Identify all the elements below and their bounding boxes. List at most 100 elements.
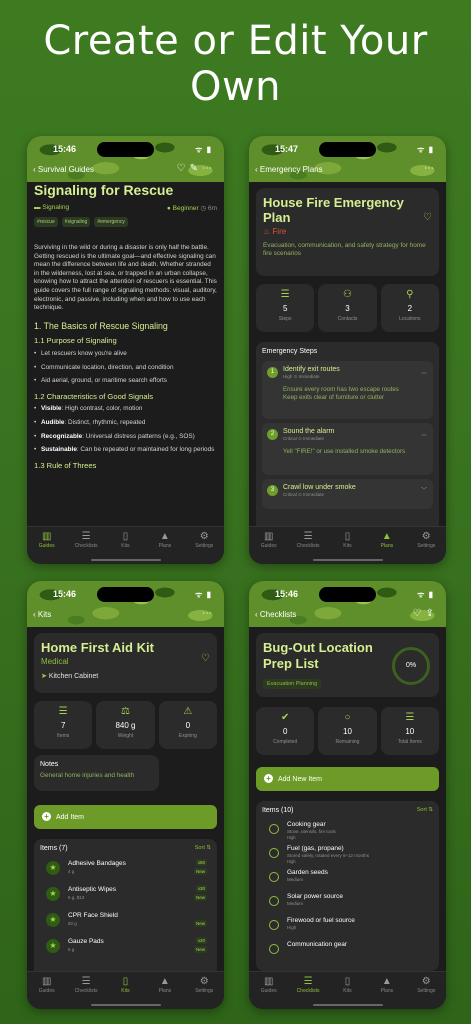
dynamic-island — [319, 142, 376, 157]
dynamic-island — [97, 142, 154, 157]
stat-weight[interactable]: ⚖ 840 g Weight — [96, 701, 155, 749]
sort-button[interactable]: Sort ⇅ — [195, 845, 211, 851]
signal-icon: ᯤ ▮ — [417, 145, 434, 154]
add-new-item-button[interactable]: + Add New Item — [256, 767, 439, 791]
status-time: 15:46 — [275, 589, 299, 599]
plus-icon: + — [264, 774, 273, 783]
back-label: Emergency Plans — [259, 165, 323, 174]
priority-label: Medium — [287, 877, 304, 882]
step-card[interactable]: 1 Identify exit routes High ⊙ Immediate … — [262, 361, 433, 419]
stat-remaining[interactable]: ○ 10 Remaining — [318, 707, 377, 755]
list-item[interactable]: Garden seeds Medium — [262, 868, 433, 892]
tab-guides[interactable]: ▥ Guides — [29, 976, 65, 1009]
kit-content[interactable]: Home First Aid Kit Medical ➤ Kitchen Cab… — [27, 627, 224, 971]
more-icon[interactable]: ⋯ — [202, 608, 216, 619]
heart-icon[interactable]: ♡ — [177, 163, 190, 174]
step-card[interactable]: 2 Sound the alarm Critical ⊙ Immediate Y… — [262, 423, 433, 475]
list-item: Sustainable: Can be repeated or maintain… — [34, 446, 217, 455]
edit-icon[interactable]: ✎ — [190, 163, 202, 174]
list-item[interactable]: Cooking gear Stove, utensils, fire tools H… — [262, 820, 433, 844]
back-button[interactable]: ‹ Emergency Plans — [255, 165, 323, 174]
tab-settings[interactable]: ⚙ Settings — [408, 976, 444, 1009]
level-label: Beginner — [172, 205, 199, 212]
stat-locations[interactable]: ⚲ 2 Locations — [380, 284, 439, 332]
backpack-icon: ▯ — [122, 976, 129, 987]
tab-settings[interactable]: ⚙ Settings — [186, 976, 222, 1009]
back-button[interactable]: ‹ Checklists — [255, 610, 296, 619]
chevron-up-icon[interactable]: ︿ — [421, 367, 427, 376]
checklist-icon: ☰ — [303, 531, 313, 542]
more-icon[interactable]: ⋯ — [202, 163, 216, 174]
back-button[interactable]: ‹ Survival Guides — [33, 165, 94, 174]
stat-completed[interactable]: ✔ 0 Completed — [256, 707, 315, 755]
list-item[interactable]: Solar power source Medium — [262, 892, 433, 916]
warning-icon: ▲ — [381, 976, 392, 987]
guide-meta: ▬ Signaling ● Beginner ◷ 6m — [34, 204, 217, 212]
more-icon[interactable]: ⋯ — [424, 163, 438, 174]
list-item: Audible: Distinct, rhythmic, repeated — [34, 419, 217, 428]
category-label: Signaling — [42, 204, 70, 211]
tag-chip[interactable]: #signaling — [61, 217, 91, 227]
nav-actions: ⋯ — [424, 163, 438, 174]
heart-icon[interactable]: ♡ — [413, 608, 426, 619]
plan-content[interactable]: House Fire Emergency Plan ♨ Fire Evacuat… — [249, 182, 446, 526]
stat-items[interactable]: ☰ 7 Items — [34, 701, 93, 749]
gear-icon: ⚙ — [421, 976, 431, 987]
location-label: ➤ Kitchen Cabinet — [41, 673, 99, 680]
list-item[interactable]: ★ CPR Face Shield 50 g New — [40, 910, 211, 936]
stat-contacts[interactable]: ⚇ 3 Contacts — [318, 284, 377, 332]
tab-guides[interactable]: ▥ Guides — [29, 531, 65, 564]
category-label: Medical — [41, 657, 69, 666]
warning-icon: ⚠ — [183, 706, 193, 717]
guide-body: Surviving in the wild or during a disast… — [34, 244, 217, 474]
list-item[interactable]: Communication gear — [262, 940, 433, 964]
sort-button[interactable]: Sort ⇅ — [417, 807, 433, 813]
tab-guides[interactable]: ▥ Guides — [251, 976, 287, 1009]
section-heading: Emergency Steps — [262, 348, 318, 355]
plus-icon: + — [42, 812, 51, 821]
checklist-content[interactable]: Bug-Out Location Prep List Evacuation Pl… — [249, 627, 446, 971]
heart-icon[interactable]: ♡ — [423, 212, 432, 223]
intro-paragraph: Surviving in the wild or during a disast… — [34, 244, 217, 312]
status-time: 15:47 — [275, 144, 299, 154]
signal-icon: ᯤ ▮ — [195, 590, 212, 599]
guide-content[interactable]: Signaling for Rescue ▬ Signaling ● Begin… — [27, 182, 224, 526]
tag-chip[interactable]: #emergency — [94, 217, 128, 227]
checkbox-icon[interactable] — [269, 848, 279, 858]
checkbox-icon[interactable] — [269, 920, 279, 930]
status-bar: 15:46 ᯤ ▮ — [27, 142, 224, 157]
list-item: Communicate location, direction, and con… — [34, 364, 217, 373]
stat-steps[interactable]: ☰ 5 Steps — [256, 284, 315, 332]
chevron-down-icon[interactable]: ﹀ — [421, 485, 427, 494]
nav-bar: ‹ Emergency Plans ⋯ — [249, 163, 446, 179]
back-button[interactable]: ‹ Kits — [33, 610, 51, 619]
list-item[interactable]: Fuel (gas, propane) Stored safely, rotate… — [262, 844, 433, 868]
stat-expiring[interactable]: ⚠ 0 Expiring — [158, 701, 217, 749]
step-meta: Critical ⊙ Immediate — [283, 436, 325, 441]
checkbox-icon[interactable] — [269, 944, 279, 954]
list-item[interactable]: ★ Adhesive Bandages 4 g x50 New — [40, 858, 211, 884]
status-bar: 15:46 ᯤ ▮ — [249, 587, 446, 602]
notes-card[interactable]: Notes General home injuries and health — [34, 755, 159, 791]
warning-icon: ▲ — [159, 976, 170, 987]
list-item[interactable]: Firewood or fuel source High — [262, 916, 433, 940]
add-item-button[interactable]: + Add Item — [34, 805, 217, 829]
step-card[interactable]: 3 Crawl low under smoke Critical ⊙ Immed… — [262, 479, 433, 509]
list-item[interactable]: ★ Antiseptic Wipes 6 g, $13 x30 New — [40, 884, 211, 910]
clock-icon: ◷ — [200, 205, 207, 212]
list-item[interactable]: ★ Gauze Pads 6 g x20 New — [40, 936, 211, 962]
nav-actions: ♡✎⋯ — [177, 163, 216, 174]
heart-icon[interactable]: ♡ — [201, 653, 210, 664]
status-time: 15:46 — [53, 589, 77, 599]
tag-chip[interactable]: #rescue — [34, 217, 58, 227]
step-meta: High ⊙ Immediate — [283, 374, 320, 379]
tab-settings[interactable]: ⚙ Settings — [408, 531, 444, 564]
share-icon[interactable]: ⇪ — [426, 608, 438, 619]
stat-total[interactable]: ☰ 10 Total Items — [380, 707, 439, 755]
tab-guides[interactable]: ▥ Guides — [251, 531, 287, 564]
checkbox-icon[interactable] — [269, 896, 279, 906]
chevron-up-icon[interactable]: ︿ — [421, 429, 427, 438]
checkbox-icon[interactable] — [269, 872, 279, 882]
tab-settings[interactable]: ⚙ Settings — [186, 531, 222, 564]
checkbox-icon[interactable] — [269, 824, 279, 834]
